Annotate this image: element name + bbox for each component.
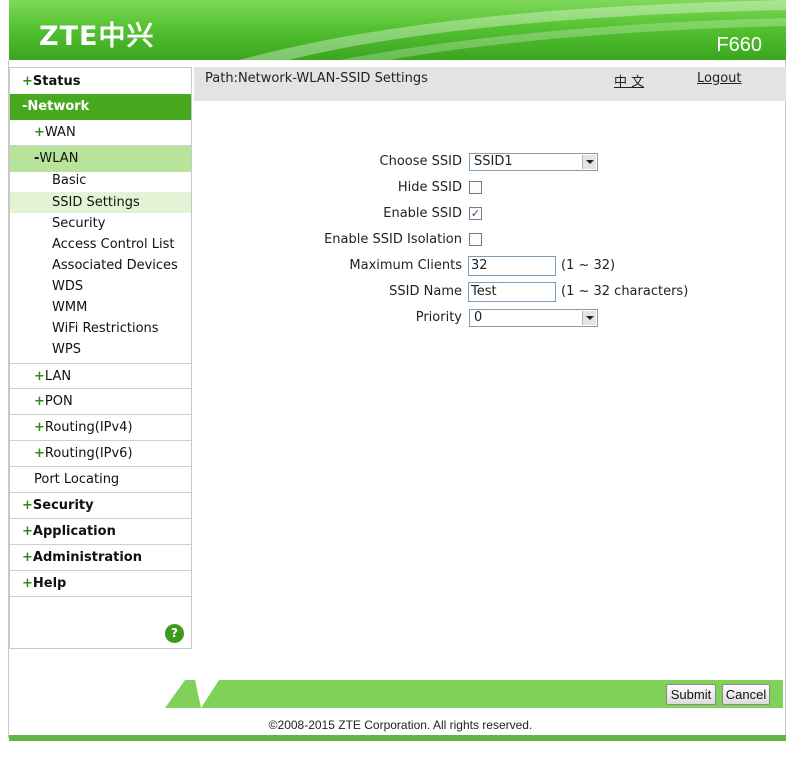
enable-ssid-label: Enable SSID bbox=[383, 206, 462, 221]
sidebar-item-label: Application bbox=[32, 524, 116, 539]
check-icon: ✓ bbox=[470, 207, 481, 220]
choose-ssid-label: Choose SSID bbox=[379, 154, 462, 169]
sidebar-item-label: Administration bbox=[32, 550, 142, 565]
sidebar-item-label: WLAN bbox=[39, 151, 79, 166]
sidebar-item-administration[interactable]: +Administration bbox=[10, 545, 191, 571]
sidebar-item-security[interactable]: +Security bbox=[10, 493, 191, 519]
sidebar-item-pon[interactable]: +PON bbox=[10, 389, 191, 415]
breadcrumb: Path:Network-WLAN-SSID Settings bbox=[205, 71, 428, 86]
sidebar-item-label: Routing(IPv6) bbox=[44, 446, 133, 461]
sidebar-item-network[interactable]: -Network bbox=[10, 94, 191, 120]
sidebar-item-routing-ipv6[interactable]: +Routing(IPv6) bbox=[10, 441, 191, 467]
sidebar-item-label: PON bbox=[44, 394, 73, 409]
help-icon[interactable]: ? bbox=[165, 624, 184, 643]
expand-icon: + bbox=[34, 125, 45, 140]
expand-icon: + bbox=[22, 524, 33, 539]
sidebar-item-label: Network bbox=[27, 99, 90, 114]
ssid-name-label: SSID Name bbox=[389, 284, 462, 299]
sidebar-item-label: Help bbox=[32, 576, 67, 591]
priority-select[interactable]: 0 bbox=[469, 309, 598, 327]
chevron-down-icon bbox=[582, 311, 596, 325]
footer-stripe-decoration bbox=[165, 680, 185, 708]
max-clients-label: Maximum Clients bbox=[349, 258, 462, 273]
max-clients-hint: (1 ~ 32) bbox=[561, 258, 616, 273]
sidebar-item-port-locating[interactable]: Port Locating bbox=[10, 467, 191, 493]
cancel-button[interactable]: Cancel bbox=[722, 684, 770, 705]
sidebar-item-help[interactable]: +Help bbox=[10, 571, 191, 597]
hide-ssid-label: Hide SSID bbox=[397, 180, 462, 195]
sidebar-item-routing-ipv4[interactable]: +Routing(IPv4) bbox=[10, 415, 191, 441]
priority-value: 0 bbox=[474, 310, 483, 325]
max-clients-input[interactable]: 32 bbox=[468, 256, 556, 276]
expand-icon: + bbox=[34, 420, 45, 435]
logout-link[interactable]: Logout bbox=[697, 71, 742, 86]
sidebar-item-label: LAN bbox=[44, 369, 72, 384]
expand-icon: + bbox=[34, 394, 45, 409]
expand-icon: + bbox=[22, 550, 33, 565]
footer-stripe-decoration bbox=[195, 680, 219, 708]
expand-icon: + bbox=[34, 369, 45, 384]
expand-icon: + bbox=[22, 498, 33, 513]
ssid-name-input[interactable]: Test bbox=[468, 282, 556, 302]
frame-right-border bbox=[785, 60, 786, 738]
choose-ssid-value: SSID1 bbox=[474, 154, 513, 169]
sidebar-item-wan[interactable]: +WAN bbox=[10, 120, 191, 146]
bottom-bar bbox=[9, 735, 786, 741]
submit-button[interactable]: Submit bbox=[666, 684, 716, 705]
choose-ssid-select[interactable]: SSID1 bbox=[469, 153, 598, 171]
copyright-text: ©2008-2015 ZTE Corporation. All rights r… bbox=[268, 718, 533, 732]
chevron-down-icon bbox=[582, 155, 596, 169]
expand-icon: + bbox=[22, 74, 33, 89]
ssid-isolation-checkbox[interactable] bbox=[469, 233, 482, 246]
hide-ssid-checkbox[interactable] bbox=[469, 181, 482, 194]
path-bar: Path:Network-WLAN-SSID Settings 中 文 Logo… bbox=[194, 67, 786, 101]
model-name: F660 bbox=[716, 34, 762, 56]
sidebar-item-label: Routing(IPv4) bbox=[44, 420, 133, 435]
priority-label: Priority bbox=[415, 310, 462, 325]
expand-icon: + bbox=[34, 446, 45, 461]
ssid-name-hint: (1 ~ 32 characters) bbox=[561, 284, 689, 299]
expand-icon: + bbox=[22, 576, 33, 591]
ssid-isolation-label: Enable SSID Isolation bbox=[324, 232, 462, 247]
sidebar-item-label: WAN bbox=[44, 125, 76, 140]
sidebar-item-lan[interactable]: +LAN bbox=[10, 363, 191, 389]
header-banner: ZTE中兴 F660 bbox=[9, 0, 786, 60]
zte-logo: ZTE中兴 bbox=[39, 21, 155, 52]
sidebar-item-label: Security bbox=[32, 498, 94, 513]
sidebar-item-application[interactable]: +Application bbox=[10, 519, 191, 545]
sidebar-item-wps[interactable]: WPS bbox=[10, 339, 191, 360]
sidebar-item-label: Status bbox=[32, 74, 81, 89]
language-switch-link[interactable]: 中 文 bbox=[614, 71, 644, 90]
sidebar-item-status[interactable]: +Status bbox=[10, 69, 191, 95]
enable-ssid-checkbox[interactable]: ✓ bbox=[469, 207, 482, 220]
